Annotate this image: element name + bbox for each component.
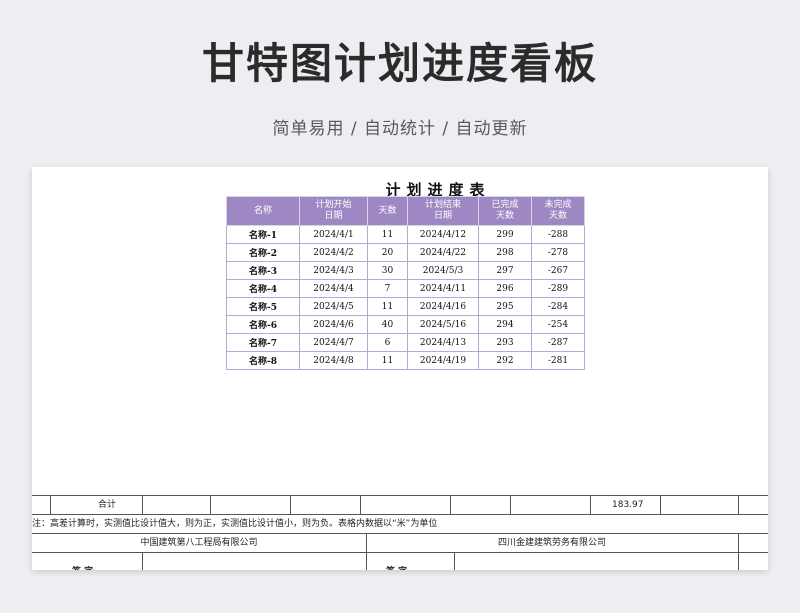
table-row: 名称-4 2024/4/4 7 2024/4/11 296 -289 (226, 279, 585, 298)
cell-remaining-days: -284 (531, 297, 585, 316)
column-header-name: 名称 (226, 196, 300, 226)
cell-done-days: 297 (478, 261, 532, 280)
table-row: 名称-2 2024/4/2 20 2024/4/22 298 -278 (226, 243, 585, 262)
column-header-remaining-days: 未完成 天数 (531, 196, 585, 226)
cell-name: 名称-7 (226, 333, 300, 352)
cell-done-days: 296 (478, 279, 532, 298)
total-value: 183.97 (612, 500, 644, 510)
cell-days: 7 (367, 279, 408, 298)
cell-days: 20 (367, 243, 408, 262)
spreadsheet-preview: 计划进度表 名称 计划开始 日期 天数 计划结束 日期 已完成 天数 未完成 天数 名称… (32, 167, 768, 570)
page-subtitle: 简单易用 / 自动统计 / 自动更新 (272, 119, 528, 139)
cell-name: 名称-1 (226, 225, 300, 244)
cell-remaining-days: -289 (531, 279, 585, 298)
cell-days: 11 (367, 351, 408, 370)
table-row: 名称-3 2024/4/3 30 2024/5/3 297 -267 (226, 261, 585, 280)
cell-remaining-days: -278 (531, 243, 585, 262)
cell-start-date: 2024/4/6 (299, 315, 368, 334)
cell-name: 名称-3 (226, 261, 300, 280)
cell-remaining-days: -287 (531, 333, 585, 352)
cell-start-date: 2024/4/1 (299, 225, 368, 244)
cell-start-date: 2024/4/7 (299, 333, 368, 352)
signature-right: 签 字 (386, 563, 407, 570)
column-header-done-days: 已完成 天数 (478, 196, 532, 226)
total-label: 合计 (98, 500, 117, 510)
company-row: 中国建筑第八工程局有限公司 四川金建建筑劳务有限公司 (32, 533, 768, 570)
cell-end-date: 2024/4/11 (407, 279, 479, 298)
note-text: 注：高差计算时，实测值比设计值大，则为正，实测值比设计值小，则为负。表格内数据以… (32, 519, 438, 529)
cell-end-date: 2024/4/13 (407, 333, 479, 352)
cell-remaining-days: -281 (531, 351, 585, 370)
cell-name: 名称-6 (226, 315, 300, 334)
cell-days: 30 (367, 261, 408, 280)
cell-start-date: 2024/4/3 (299, 261, 368, 280)
signature-left: 签 字 (72, 563, 93, 570)
company-left: 中国建筑第八工程局有限公司 (140, 538, 258, 548)
total-row: 合计 183.97 (32, 495, 768, 514)
cell-done-days: 292 (478, 351, 532, 370)
table-header-row: 名称 计划开始 日期 天数 计划结束 日期 已完成 天数 未完成 天数 (226, 196, 585, 226)
cell-done-days: 295 (478, 297, 532, 316)
cell-end-date: 2024/5/16 (407, 315, 479, 334)
table-row: 名称-6 2024/4/6 40 2024/5/16 294 -254 (226, 315, 585, 334)
cell-done-days: 294 (478, 315, 532, 334)
cell-name: 名称-5 (226, 297, 300, 316)
plan-progress-table: 名称 计划开始 日期 天数 计划结束 日期 已完成 天数 未完成 天数 名称-1 2024… (226, 196, 585, 370)
column-header-end-date: 计划结束 日期 (407, 196, 479, 226)
table-row: 名称-8 2024/4/8 11 2024/4/19 292 -281 (226, 351, 585, 370)
cell-done-days: 299 (478, 225, 532, 244)
cell-name: 名称-8 (226, 351, 300, 370)
cell-end-date: 2024/5/3 (407, 261, 479, 280)
table-row: 名称-1 2024/4/1 11 2024/4/12 299 -288 (226, 225, 585, 244)
column-header-days: 天数 (367, 196, 408, 226)
cell-remaining-days: -254 (531, 315, 585, 334)
cell-start-date: 2024/4/2 (299, 243, 368, 262)
table-row: 名称-5 2024/4/5 11 2024/4/16 295 -284 (226, 297, 585, 316)
page-title: 甘特图计划进度看板 (201, 39, 598, 88)
table-row: 名称-7 2024/4/7 6 2024/4/13 293 -287 (226, 333, 585, 352)
cell-days: 40 (367, 315, 408, 334)
cell-remaining-days: -267 (531, 261, 585, 280)
cell-days: 11 (367, 225, 408, 244)
cell-done-days: 298 (478, 243, 532, 262)
cell-done-days: 293 (478, 333, 532, 352)
cell-days: 11 (367, 297, 408, 316)
cell-days: 6 (367, 333, 408, 352)
cell-end-date: 2024/4/22 (407, 243, 479, 262)
signature-row: 签 字 签 字 (32, 552, 768, 570)
cell-start-date: 2024/4/4 (299, 279, 368, 298)
cell-start-date: 2024/4/8 (299, 351, 368, 370)
cell-start-date: 2024/4/5 (299, 297, 368, 316)
cell-end-date: 2024/4/16 (407, 297, 479, 316)
cell-end-date: 2024/4/19 (407, 351, 479, 370)
cell-name: 名称-2 (226, 243, 300, 262)
cell-remaining-days: -288 (531, 225, 585, 244)
note-row: 注：高差计算时，实测值比设计值大，则为正，实测值比设计值小，则为负。表格内数据以… (32, 514, 768, 533)
cell-end-date: 2024/4/12 (407, 225, 479, 244)
company-right: 四川金建建筑劳务有限公司 (497, 538, 606, 548)
cell-name: 名称-4 (226, 279, 300, 298)
column-header-start-date: 计划开始 日期 (299, 196, 368, 226)
